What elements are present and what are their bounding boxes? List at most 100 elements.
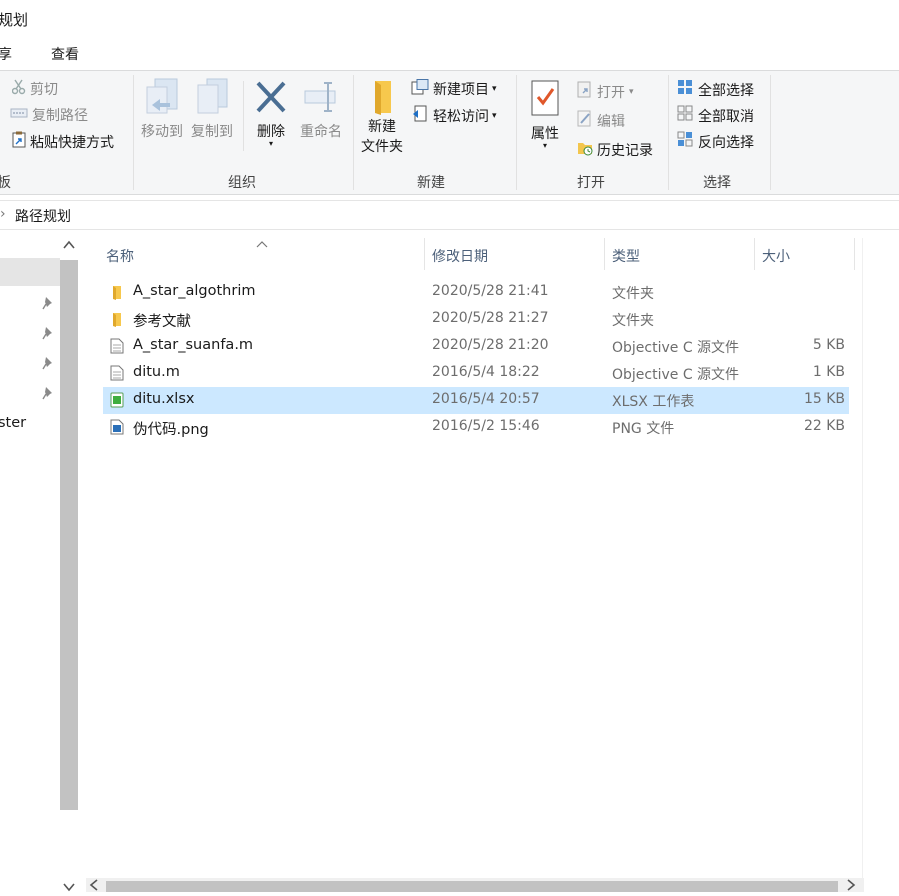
open-label: 打开	[597, 84, 625, 101]
ribbon-divider	[243, 81, 244, 151]
address-bar[interactable]: › 路径规划	[0, 200, 899, 230]
column-divider[interactable]	[424, 238, 425, 270]
move-to-label: 移动到	[141, 124, 183, 140]
nav-scroll-up-icon[interactable]	[63, 239, 75, 253]
column-header-size[interactable]: 大小	[762, 246, 790, 266]
select-all-icon	[677, 79, 694, 100]
copy-path-button[interactable]: 复制路径	[10, 105, 88, 125]
pin-icon[interactable]	[42, 356, 54, 374]
cut-button[interactable]: 剪切	[11, 79, 58, 99]
file-type: Objective C 源文件	[612, 340, 740, 356]
file-modified: 2020/5/28 21:27	[432, 310, 549, 326]
select-all-label: 全部选择	[698, 82, 754, 99]
file-row[interactable]: A_star_algothrim 2020/5/28 21:41 文件夹	[103, 279, 849, 306]
tab-share[interactable]: 享	[0, 44, 12, 64]
invert-selection-button[interactable]: 反向选择	[677, 131, 754, 152]
ribbon-divider	[668, 75, 669, 190]
paste-shortcut-icon	[12, 131, 26, 152]
file-name: A_star_suanfa.m	[133, 337, 254, 353]
cut-label: 剪切	[30, 82, 58, 98]
edit-button[interactable]: 编辑	[577, 110, 625, 131]
file-name: ditu.m	[133, 364, 180, 380]
paste-shortcut-button[interactable]: 粘贴快捷方式	[12, 131, 114, 152]
copy-path-label: 复制路径	[32, 108, 88, 124]
breadcrumb-chevron-icon[interactable]: ›	[0, 206, 6, 222]
new-item-button[interactable]: 新建项目 ▾	[411, 79, 497, 99]
easy-access-button[interactable]: 轻松访问 ▾	[411, 105, 497, 126]
image-file-icon	[109, 419, 125, 435]
delete-x-icon	[250, 77, 292, 121]
file-modified: 2016/5/4 18:22	[432, 364, 540, 380]
file-row[interactable]: 参考文献 2020/5/28 21:27 文件夹	[103, 306, 849, 333]
file-modified: 2020/5/28 21:41	[432, 283, 549, 299]
rename-button[interactable]: 重命名	[296, 77, 346, 141]
pin-icon[interactable]	[42, 326, 54, 344]
horizontal-scroll-thumb[interactable]	[106, 881, 838, 892]
nav-scrollbar[interactable]	[60, 260, 78, 810]
properties-check-icon	[524, 79, 566, 123]
delete-button[interactable]: 删除 ▾	[250, 77, 292, 148]
file-size: 1 KB	[812, 364, 845, 380]
open-button[interactable]: 打开 ▾	[577, 81, 634, 102]
history-button[interactable]: 历史记录	[577, 139, 653, 160]
file-name: 伪代码.png	[133, 422, 209, 438]
select-none-icon	[677, 105, 694, 126]
file-name: 参考文献	[133, 314, 191, 330]
column-header-type[interactable]: 类型	[612, 246, 640, 266]
file-type: 文件夹	[612, 286, 654, 302]
ribbon-tabs: 享 查看	[0, 44, 899, 70]
invert-selection-icon	[677, 131, 694, 152]
easy-access-label: 轻松访问	[433, 108, 489, 125]
invert-selection-label: 反向选择	[698, 134, 754, 151]
open-group-label: 打开	[577, 175, 605, 191]
file-type: XLSX 工作表	[612, 394, 695, 410]
new-folder-icon	[358, 77, 406, 117]
organize-group-label: 组织	[228, 175, 256, 191]
properties-dropdown-icon[interactable]: ▾	[524, 142, 566, 150]
properties-label: 属性	[531, 126, 559, 142]
copy-to-label: 复制到	[191, 124, 233, 140]
nav-scroll-down-icon[interactable]	[63, 880, 75, 896]
properties-button[interactable]: 属性 ▾	[524, 79, 566, 150]
tab-view[interactable]: 查看	[51, 44, 79, 64]
delete-dropdown-icon[interactable]: ▾	[250, 140, 292, 148]
delete-label: 删除	[257, 124, 285, 140]
new-item-dropdown-icon[interactable]: ▾	[492, 84, 497, 94]
file-type: Objective C 源文件	[612, 367, 740, 383]
column-header-modified[interactable]: 修改日期	[432, 246, 488, 266]
file-row-selected[interactable]: ditu.xlsx 2016/5/4 20:57 XLSX 工作表 15 KB	[103, 387, 849, 414]
copy-to-icon	[188, 77, 236, 121]
breadcrumb-current[interactable]: 路径规划	[15, 206, 71, 226]
file-row[interactable]: 伪代码.png 2016/5/2 15:46 PNG 文件 22 KB	[103, 414, 849, 441]
easy-access-dropdown-icon[interactable]: ▾	[492, 111, 497, 121]
nav-selected-item[interactable]	[0, 258, 60, 286]
open-dropdown-icon[interactable]: ▾	[629, 87, 634, 97]
column-divider[interactable]	[854, 238, 855, 270]
file-type: 文件夹	[612, 313, 654, 329]
edit-pencil-icon	[577, 110, 593, 131]
sort-ascending-icon	[256, 236, 268, 252]
scroll-right-icon[interactable]	[846, 879, 856, 895]
scroll-left-icon[interactable]	[89, 879, 99, 895]
folder-icon	[109, 311, 125, 327]
new-item-label: 新建项目	[433, 82, 489, 98]
rename-label: 重命名	[300, 124, 342, 140]
pin-icon[interactable]	[42, 386, 54, 404]
new-item-icon	[411, 79, 429, 99]
column-divider[interactable]	[604, 238, 605, 270]
file-size: 5 KB	[812, 337, 845, 353]
paste-shortcut-label: 粘贴快捷方式	[30, 134, 114, 151]
column-divider[interactable]	[754, 238, 755, 270]
file-row[interactable]: ditu.m 2016/5/4 18:22 Objective C 源文件 1 …	[103, 360, 849, 387]
column-header-name[interactable]: 名称	[106, 246, 134, 266]
ribbon-divider	[353, 75, 354, 190]
pin-icon[interactable]	[42, 296, 54, 314]
new-folder-button[interactable]: 新建 文件夹	[358, 77, 406, 157]
nav-item-partial[interactable]: ster	[0, 415, 26, 431]
move-to-button[interactable]: 移动到	[138, 77, 186, 141]
copy-to-button[interactable]: 复制到	[188, 77, 236, 141]
document-icon	[109, 365, 125, 381]
select-none-button[interactable]: 全部取消	[677, 105, 754, 126]
select-all-button[interactable]: 全部选择	[677, 79, 754, 100]
file-row[interactable]: A_star_suanfa.m 2020/5/28 21:20 Objectiv…	[103, 333, 849, 360]
